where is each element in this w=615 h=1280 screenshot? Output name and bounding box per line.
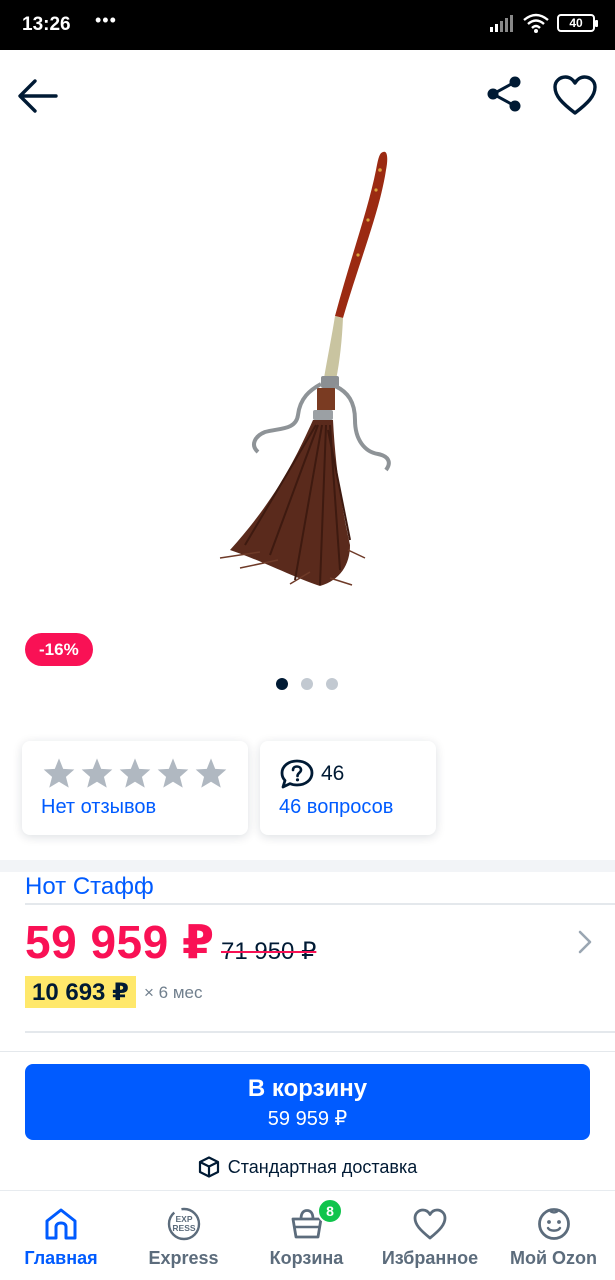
nav-favorites[interactable]: Избранное	[368, 1191, 492, 1280]
svg-text:RESS: RESS	[172, 1223, 195, 1233]
nav-express-label: Express	[148, 1248, 219, 1268]
status-bar: 13:26 ••• 40	[0, 0, 615, 50]
express-icon: EXP RESS	[167, 1207, 200, 1241]
reviews-card[interactable]: Нет отзывов	[22, 741, 248, 835]
add-to-cart-label: В корзину	[247, 1075, 368, 1102]
signal-icon	[490, 15, 513, 32]
discount-badge: -16%	[25, 633, 93, 666]
status-time: 13:26	[22, 14, 71, 35]
star-icon	[43, 758, 75, 788]
image-pager[interactable]	[276, 678, 338, 690]
back-arrow-icon[interactable]	[16, 76, 60, 116]
favorite-heart-icon[interactable]	[552, 74, 598, 116]
add-to-cart-button[interactable]: В корзину 59 959 ₽	[25, 1064, 590, 1140]
nav-express[interactable]: EXP RESS Express	[122, 1191, 245, 1280]
pager-dot-active[interactable]	[276, 678, 288, 690]
divider	[25, 1031, 615, 1033]
add-to-cart-price: 59 959 ₽	[267, 1108, 348, 1130]
nav-profile[interactable]: Мой Ozon	[492, 1191, 615, 1280]
home-icon	[45, 1208, 77, 1240]
delivery-label: Стандартная доставка	[227, 1156, 418, 1177]
installment-badge[interactable]: 10 693 ₽	[25, 976, 136, 1008]
nav-home[interactable]: Главная	[0, 1191, 122, 1280]
status-indicators: 40	[489, 13, 598, 33]
delivery-info[interactable]: Стандартная доставка	[0, 1156, 615, 1178]
brand-link[interactable]: Нот Стафф	[25, 873, 154, 901]
product-image-broomstick[interactable]	[200, 140, 420, 600]
questions-count: 46	[321, 762, 345, 785]
questions-count-row: 46	[279, 758, 344, 790]
price-old: 71 950 ₽	[221, 938, 317, 965]
bottom-navigation: Главная EXP RESS Express 8 Корзина Избра…	[0, 1190, 615, 1280]
pager-dot[interactable]	[326, 678, 338, 690]
star-icon	[81, 758, 113, 788]
nav-cart-label: Корзина	[269, 1248, 344, 1268]
status-notification-dots: •••	[95, 10, 117, 30]
chevron-right-icon[interactable]	[575, 928, 595, 956]
wifi-icon	[523, 13, 549, 33]
battery-indicator: 40	[557, 14, 598, 32]
cart-count-badge: 8	[317, 1198, 343, 1224]
questions-card[interactable]: 46 46 вопросов	[260, 741, 436, 835]
profile-icon	[537, 1208, 570, 1240]
divider	[0, 1051, 615, 1052]
share-icon[interactable]	[484, 74, 524, 114]
star-icon	[157, 758, 189, 788]
nav-profile-label: Мой Ozon	[509, 1248, 598, 1268]
battery-level: 40	[569, 16, 583, 30]
star-icon	[195, 758, 227, 788]
box-icon	[198, 1156, 219, 1178]
nav-home-label: Главная	[24, 1248, 98, 1268]
questions-link[interactable]: 46 вопросов	[279, 796, 393, 819]
section-separator	[0, 860, 615, 872]
question-bubble-icon	[280, 759, 314, 789]
star-icon	[119, 758, 151, 788]
nav-cart[interactable]: 8 Корзина	[245, 1191, 368, 1280]
price-current: 59 959 ₽	[25, 916, 215, 968]
nav-favorites-label: Избранное	[381, 1248, 479, 1268]
heart-icon	[413, 1208, 447, 1240]
divider	[25, 903, 615, 905]
pager-dot[interactable]	[301, 678, 313, 690]
installment-term: × 6 мес	[144, 983, 203, 1002]
rating-stars	[42, 757, 228, 789]
reviews-link[interactable]: Нет отзывов	[41, 796, 156, 819]
top-navigation	[0, 50, 615, 140]
